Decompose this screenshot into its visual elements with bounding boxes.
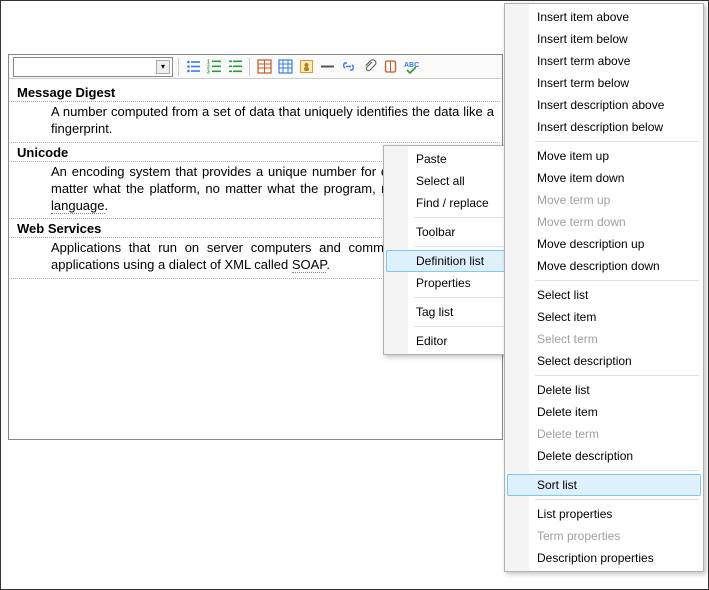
definition-list-submenu: Insert item aboveInsert item belowInsert… bbox=[504, 3, 704, 572]
svg-text:3: 3 bbox=[207, 70, 210, 75]
menu-item-delete-term: Delete term bbox=[507, 423, 701, 445]
menu-item-insert-term-above[interactable]: Insert term above bbox=[507, 50, 701, 72]
menu-item-move-item-up[interactable]: Move item up bbox=[507, 145, 701, 167]
image-icon[interactable] bbox=[297, 58, 315, 76]
menu-item-move-term-down: Move term down bbox=[507, 211, 701, 233]
style-dropdown[interactable]: ▾ bbox=[13, 57, 173, 77]
menu-item-select-item[interactable]: Select item bbox=[507, 306, 701, 328]
separator bbox=[178, 58, 179, 76]
menu-item-description-properties[interactable]: Description properties bbox=[507, 547, 701, 569]
spellcheck-icon[interactable]: ABC bbox=[402, 58, 420, 76]
menu-item-delete-item[interactable]: Delete item bbox=[507, 401, 701, 423]
menu-item-select-list[interactable]: Select list bbox=[507, 284, 701, 306]
spell-marked-word: language bbox=[51, 198, 105, 214]
attachment-icon[interactable] bbox=[360, 58, 378, 76]
menu-item-insert-description-below[interactable]: Insert description below bbox=[507, 116, 701, 138]
menu-item-insert-term-below[interactable]: Insert term below bbox=[507, 72, 701, 94]
numbered-list-icon[interactable]: 123 bbox=[205, 58, 223, 76]
menu-separator bbox=[535, 470, 699, 471]
menu-item-select-term: Select term bbox=[507, 328, 701, 350]
menu-item-move-term-up: Move term up bbox=[507, 189, 701, 211]
menu-item-term-properties: Term properties bbox=[507, 525, 701, 547]
link-icon[interactable] bbox=[339, 58, 357, 76]
menu-separator bbox=[535, 375, 699, 376]
separator bbox=[249, 58, 250, 76]
menu-separator bbox=[535, 280, 699, 281]
svg-text:ABC: ABC bbox=[404, 62, 419, 69]
definition-list-icon[interactable] bbox=[226, 58, 244, 76]
menu-item-insert-description-above[interactable]: Insert description above bbox=[507, 94, 701, 116]
table-insert-icon[interactable] bbox=[255, 58, 273, 76]
menu-item-delete-description[interactable]: Delete description bbox=[507, 445, 701, 467]
bulleted-list-icon[interactable] bbox=[184, 58, 202, 76]
menu-item-sort-list[interactable]: Sort list bbox=[507, 474, 701, 496]
menu-separator bbox=[535, 499, 699, 500]
menu-item-move-description-up[interactable]: Move description up bbox=[507, 233, 701, 255]
definition-term[interactable]: Message Digest bbox=[11, 83, 500, 102]
table-props-icon[interactable] bbox=[276, 58, 294, 76]
menu-item-move-description-down[interactable]: Move description down bbox=[507, 255, 701, 277]
chevron-down-icon: ▾ bbox=[156, 60, 170, 74]
toolbar: ▾ 123 bbox=[9, 55, 502, 79]
spell-marked-word: SOAP bbox=[292, 257, 326, 273]
menu-item-move-item-down[interactable]: Move item down bbox=[507, 167, 701, 189]
menu-item-select-description[interactable]: Select description bbox=[507, 350, 701, 372]
bookmark-icon[interactable] bbox=[381, 58, 399, 76]
menu-item-delete-list[interactable]: Delete list bbox=[507, 379, 701, 401]
menu-separator bbox=[535, 141, 699, 142]
definition-text[interactable]: A number computed from a set of data tha… bbox=[11, 102, 500, 143]
menu-item-list-properties[interactable]: List properties bbox=[507, 503, 701, 525]
menu-item-insert-item-above[interactable]: Insert item above bbox=[507, 6, 701, 28]
hr-icon[interactable] bbox=[318, 58, 336, 76]
menu-item-insert-item-below[interactable]: Insert item below bbox=[507, 28, 701, 50]
